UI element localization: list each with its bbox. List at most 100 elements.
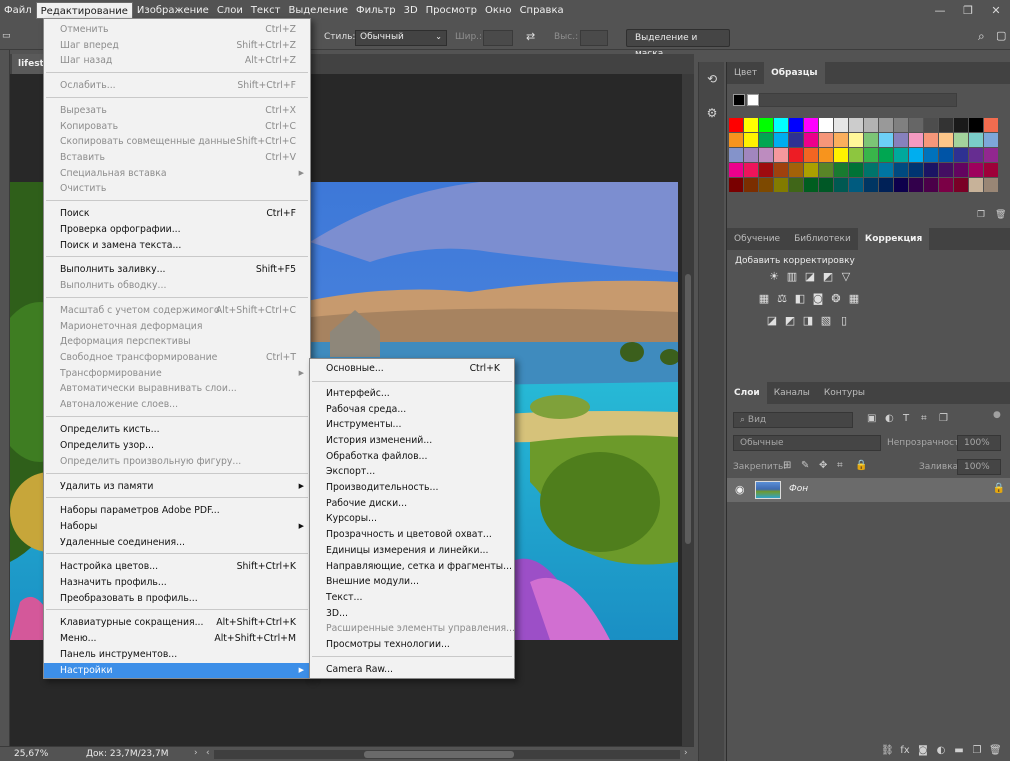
swatch[interactable] xyxy=(984,118,998,132)
filter-type-icon[interactable]: T xyxy=(903,413,909,424)
edit-menu-item[interactable]: Наборы ▶ xyxy=(44,519,310,534)
swatch[interactable] xyxy=(834,178,848,192)
swatch[interactable] xyxy=(834,118,848,132)
lock-move-icon[interactable]: ✥ xyxy=(819,460,827,471)
tab-adjustments[interactable]: Коррекция xyxy=(857,228,930,250)
filter-shape-icon[interactable]: ⌗ xyxy=(921,413,927,424)
swatch[interactable] xyxy=(759,148,773,162)
swatch[interactable] xyxy=(954,178,968,192)
swatch[interactable] xyxy=(984,163,998,177)
settings-submenu-item[interactable]: Основные... Ctrl+K xyxy=(310,361,514,376)
menu-image[interactable]: Изображение xyxy=(133,2,213,19)
swatch[interactable] xyxy=(939,163,953,177)
marquee-options-icon[interactable]: ▭ xyxy=(2,31,11,41)
edit-menu-item[interactable]: Автоматически выравнивать слои... xyxy=(44,381,310,396)
swatch[interactable] xyxy=(954,118,968,132)
swatch[interactable] xyxy=(969,148,983,162)
style-select[interactable]: Обычный ⌄ xyxy=(355,30,447,46)
layer-filter-select[interactable]: ⌕ Вид xyxy=(733,412,853,428)
close-icon[interactable]: ✕ xyxy=(982,0,1010,21)
swatch[interactable] xyxy=(729,118,743,132)
channel-mixer-icon[interactable]: ❂ xyxy=(829,292,843,305)
posterize-icon[interactable]: ◩ xyxy=(783,314,797,327)
edit-menu-item[interactable]: Автоналожение слоев... xyxy=(44,397,310,412)
settings-submenu-item[interactable]: История изменений... xyxy=(310,433,514,448)
layer-row[interactable]: ◉ Фон 🔒 xyxy=(727,478,1010,502)
swatch[interactable] xyxy=(804,148,818,162)
height-field[interactable] xyxy=(580,30,608,46)
search-icon[interactable]: ⌕ xyxy=(978,29,985,44)
edit-menu-item[interactable]: Трансформирование ▶ xyxy=(44,366,310,381)
swatch[interactable] xyxy=(864,163,878,177)
swatch[interactable] xyxy=(774,178,788,192)
settings-submenu-item[interactable]: Экспорт... xyxy=(310,464,514,479)
menu-select[interactable]: Выделение xyxy=(284,2,352,19)
edit-menu-item[interactable]: Шаг вперед Shift+Ctrl+Z xyxy=(44,38,310,53)
minimize-icon[interactable]: — xyxy=(926,0,954,21)
status-menu-icon[interactable]: › xyxy=(194,748,198,758)
lock-all-icon[interactable]: 🔒 xyxy=(855,460,867,471)
swatch[interactable] xyxy=(939,178,953,192)
swatch[interactable] xyxy=(774,133,788,147)
edit-menu-item[interactable]: Ослабить... Shift+Ctrl+F xyxy=(44,78,310,93)
edit-menu-item[interactable]: Марионеточная деформация xyxy=(44,319,310,334)
levels-icon[interactable]: ▥ xyxy=(785,270,799,283)
swatch[interactable] xyxy=(939,148,953,162)
swatch[interactable] xyxy=(819,163,833,177)
settings-submenu-item[interactable]: Обработка файлов... xyxy=(310,449,514,464)
black-white-icon[interactable]: ◧ xyxy=(793,292,807,305)
swatch[interactable] xyxy=(849,148,863,162)
edit-menu-item[interactable]: Клавиатурные сокращения... Alt+Shift+Ctrl… xyxy=(44,615,310,630)
swatch[interactable] xyxy=(909,133,923,147)
menu-layers[interactable]: Слои xyxy=(213,2,247,19)
maximize-icon[interactable]: ❐ xyxy=(954,0,982,21)
edit-menu-item[interactable]: Определить произвольную фигуру... xyxy=(44,454,310,469)
photo-filter-icon[interactable]: ◙ xyxy=(811,292,825,305)
scroll-right-icon[interactable]: › xyxy=(684,748,688,758)
color-lookup-icon[interactable]: ▦ xyxy=(847,292,861,305)
background-swatch[interactable] xyxy=(747,94,759,106)
menu-file[interactable]: Файл xyxy=(0,2,36,19)
swatch[interactable] xyxy=(789,133,803,147)
invert-icon[interactable]: ◪ xyxy=(765,314,779,327)
settings-submenu-item[interactable]: Текст... xyxy=(310,590,514,605)
edit-menu-item[interactable]: Поиск Ctrl+F xyxy=(44,206,310,221)
swatch[interactable] xyxy=(864,148,878,162)
edit-menu-item[interactable]: Проверка орфографии... xyxy=(44,222,310,237)
edit-menu-item[interactable]: Настройки ▶ xyxy=(44,663,310,678)
layer-name[interactable]: Фон xyxy=(789,484,808,494)
swatch[interactable] xyxy=(834,133,848,147)
vibrance-icon[interactable]: ▽ xyxy=(839,270,853,283)
horizontal-scrollbar[interactable] xyxy=(214,750,680,759)
settings-submenu-item[interactable]: Инструменты... xyxy=(310,417,514,432)
tab-channels[interactable]: Каналы xyxy=(767,382,817,404)
swatch[interactable] xyxy=(969,163,983,177)
new-group-icon[interactable]: ▬ xyxy=(953,745,965,756)
swatch[interactable] xyxy=(834,148,848,162)
delete-swatch-icon[interactable]: 🗑 xyxy=(995,210,1006,220)
lock-brush-icon[interactable]: ✎ xyxy=(801,460,809,471)
swatch[interactable] xyxy=(924,178,938,192)
swatch[interactable] xyxy=(849,163,863,177)
swatch[interactable] xyxy=(984,178,998,192)
new-adjustment-icon[interactable]: ◐ xyxy=(935,745,947,756)
settings-submenu-item[interactable]: Рабочая среда... xyxy=(310,402,514,417)
filter-image-icon[interactable]: ▣ xyxy=(867,413,876,424)
filter-smart-icon[interactable]: ❐ xyxy=(939,413,948,424)
edit-menu-item[interactable]: Выполнить заливку... Shift+F5 xyxy=(44,262,310,277)
swatch[interactable] xyxy=(819,118,833,132)
swatch[interactable] xyxy=(864,133,878,147)
swatch[interactable] xyxy=(924,163,938,177)
swatch[interactable] xyxy=(834,163,848,177)
edit-menu-item[interactable]: Поиск и замена текста... xyxy=(44,238,310,253)
swatch[interactable] xyxy=(909,163,923,177)
swatch[interactable] xyxy=(744,163,758,177)
edit-menu-item[interactable]: Удалить из памяти ▶ xyxy=(44,479,310,494)
selective-color-icon[interactable]: ▧ xyxy=(819,314,833,327)
scroll-left-icon[interactable]: ‹ xyxy=(206,748,210,758)
tab-swatches[interactable]: Образцы xyxy=(764,62,825,84)
settings-submenu-item[interactable]: Курсоры... xyxy=(310,511,514,526)
settings-submenu-item[interactable]: Рабочие диски... xyxy=(310,496,514,511)
swatch[interactable] xyxy=(774,163,788,177)
swatch[interactable] xyxy=(759,163,773,177)
